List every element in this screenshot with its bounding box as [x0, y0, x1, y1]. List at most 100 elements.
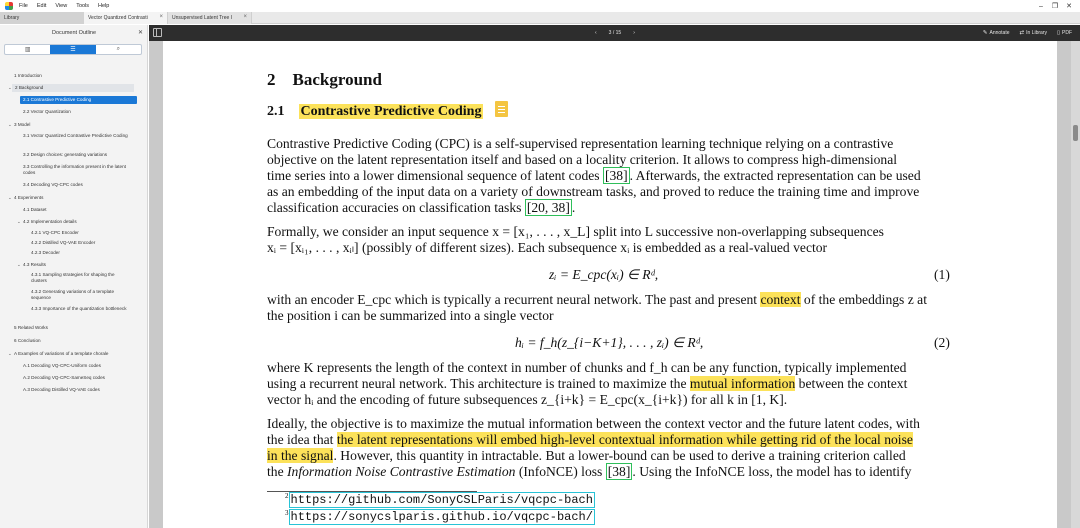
collapse-arrow-icon[interactable]: ⌄	[8, 195, 12, 201]
tab-close-icon[interactable]: ×	[159, 14, 163, 20]
outline-item[interactable]: 4.2.1 VQ-CPC Encoder	[31, 230, 79, 236]
sidebar-title: Document Outline	[51, 30, 97, 36]
document-viewport[interactable]: 2 Background 2.1 Contrastive Predictive …	[149, 41, 1080, 528]
outline-item[interactable]: 3.3 Controlling the information present …	[23, 164, 133, 176]
outline-item[interactable]: 2 Background	[12, 84, 134, 92]
tab-label: Vector Quantized Contrasti	[88, 15, 148, 21]
outline-item[interactable]: A.1 Decoding VQ-CPC-Uniform codes	[23, 363, 101, 369]
section-heading: 2 Background	[267, 70, 382, 90]
minimize-button[interactable]: –	[1034, 3, 1048, 10]
menu-file[interactable]: File	[19, 3, 28, 9]
text-line: xᵢ = [xᵢ₁, . . . , xᵢₗ] (possibly of dif…	[267, 240, 828, 255]
tab-document-1[interactable]: Vector Quantized Contrasti ×	[84, 12, 168, 24]
menu-view[interactable]: View	[55, 3, 67, 9]
outline-item[interactable]: 4.2.2 Distilled VQ-VAE Encoder	[31, 240, 95, 246]
highlight[interactable]: in the signal	[267, 448, 334, 463]
window-controls: – ❐ ✕	[1034, 0, 1076, 12]
sidebar-close-icon[interactable]: ✕	[138, 29, 143, 36]
collapse-arrow-icon[interactable]: ⌄	[17, 219, 21, 225]
citation-link[interactable]: [38]	[605, 463, 633, 480]
text-line: with an encoder E_cpc which is typically…	[267, 292, 927, 308]
outline-item-label: 2 Background	[15, 85, 44, 90]
outline-item[interactable]: 1 Introduction	[14, 73, 42, 79]
text-run: . Using the InfoNCE loss, the model has …	[632, 464, 912, 479]
outline-item[interactable]: 3.4 Decoding VQ-CPC codes	[23, 182, 83, 188]
restore-button[interactable]: ❐	[1048, 2, 1062, 10]
highlight[interactable]: the latent representations will embed hi…	[336, 432, 913, 447]
highlighted-subsection-title[interactable]: Contrastive Predictive Coding	[298, 104, 484, 119]
footnote-link[interactable]: https://sonycslparis.github.io/vqcpc-bac…	[288, 509, 595, 525]
pdf-button[interactable]: ▯ PDF	[1057, 30, 1072, 36]
footnote: 3 https://sonycslparis.github.io/vqcpc-ba…	[285, 509, 595, 525]
tab-library[interactable]: Library	[0, 12, 84, 24]
thumbnails-view-icon[interactable]: ▥	[5, 45, 50, 54]
outline-item[interactable]: A.3 Decoding Distilled VQ-VAE codes	[23, 387, 100, 393]
outline-item[interactable]: 5 Related Works	[14, 325, 48, 331]
citation-link[interactable]: [20, 38]	[524, 199, 572, 216]
outline-item[interactable]: 3 Model	[14, 122, 30, 128]
text-line: Ideally, the objective is to maximize th…	[267, 416, 920, 431]
menu-edit[interactable]: Edit	[37, 3, 46, 9]
close-window-button[interactable]: ✕	[1062, 2, 1076, 10]
text-run: time series into a lower dimensional seq…	[267, 168, 600, 183]
collapse-arrow-icon[interactable]: ⌄	[8, 351, 12, 357]
text-line: the Information Noise Contrastive Estima…	[267, 463, 912, 480]
viewer-actions: ✎ Annotate ⇄ In Library ▯ PDF	[973, 25, 1072, 41]
search-icon[interactable]: ⌕	[96, 45, 141, 54]
outline-item[interactable]: 4.2 Implementation details	[23, 219, 77, 225]
highlight[interactable]: context	[760, 292, 801, 307]
app-logo-icon	[5, 2, 13, 10]
outline-item[interactable]: 6 Conclusion	[14, 338, 41, 344]
text-line: time series into a lower dimensional seq…	[267, 167, 921, 184]
file-icon: ▯	[1056, 30, 1060, 36]
outline-item[interactable]: 4 Experiments	[14, 195, 43, 201]
text-line: in the signal. However, this quantity in…	[267, 448, 906, 464]
text-run: the	[267, 464, 284, 479]
outline-item[interactable]: 4.3.3 Importance of the quantization bot…	[31, 306, 131, 312]
outline-item[interactable]: 2.2 Vector Quantization	[23, 109, 71, 115]
highlight[interactable]: mutual information	[689, 376, 796, 391]
toggle-sidebar-icon[interactable]	[153, 28, 162, 37]
menu-tools[interactable]: Tools	[76, 3, 89, 9]
text-run: using a recurrent neural network. This a…	[267, 376, 687, 391]
note-annotation-icon[interactable]	[495, 101, 508, 117]
collapse-arrow-icon[interactable]: ⌄	[17, 262, 21, 268]
text-line: where K represents the length of the con…	[267, 360, 907, 375]
outline-item[interactable]: 4.3 Results	[23, 262, 46, 268]
in-library-button[interactable]: ⇄ In Library	[1020, 30, 1047, 36]
menu-help[interactable]: Help	[98, 3, 109, 9]
outline-item[interactable]: A.2 Decoding VQ-CPC-SameSeq codes	[23, 375, 105, 381]
outline-item[interactable]: 4.2.3 Decoder	[31, 250, 60, 256]
text-run-italic: Information Noise Contrastive Estimation	[287, 464, 516, 479]
collapse-arrow-icon[interactable]: ⌄	[8, 122, 12, 128]
outline-item[interactable]: 4.1 Dataset	[23, 207, 47, 213]
tab-document-2[interactable]: Unsupervised Latent Tree I ×	[168, 12, 252, 24]
text-line: objective on the latent representation i…	[267, 152, 898, 167]
text-run: the idea that	[267, 432, 334, 447]
annotate-label: Annotate	[989, 30, 1010, 36]
previous-page-button[interactable]: ‹	[595, 30, 597, 36]
page-indicator[interactable]: 3 / 15	[609, 30, 622, 36]
outline-item[interactable]: 4.3.2 Generating variations of a templat…	[31, 289, 131, 301]
tab-close-icon[interactable]: ×	[243, 14, 247, 20]
outline-item[interactable]: 3.1 Vector Quantized Contrastive Predict…	[23, 133, 133, 139]
outline-item[interactable]: 3.2 Design choices: generating variation…	[23, 152, 107, 158]
text-line: classification accuracies on classificat…	[267, 199, 575, 216]
outline-item-selected[interactable]: 2.1 Contrastive Predictive Coding	[20, 96, 137, 104]
annotate-button[interactable]: ✎ Annotate	[983, 30, 1010, 36]
outline-item[interactable]: A Examples of variations of a template c…	[14, 351, 108, 357]
footnote-link[interactable]: https://github.com/SonyCSLParis/vqcpc-ba…	[288, 492, 595, 508]
tab-bar: Library Vector Quantized Contrasti × Uns…	[0, 12, 1080, 24]
next-page-button[interactable]: ›	[633, 30, 635, 36]
vertical-scrollbar[interactable]	[1071, 41, 1080, 528]
equation-1: zᵢ = E_cpc(xᵢ) ∈ Rᵈ,	[549, 267, 659, 282]
text-run: with an encoder E_cpc which is typically…	[267, 292, 758, 307]
scrollbar-thumb[interactable]	[1073, 125, 1078, 141]
outline-item[interactable]: 4.3.1 Sampling strategies for shaping th…	[31, 272, 131, 284]
section-title: Background	[292, 70, 382, 89]
equation-number: (2)	[934, 335, 950, 350]
outline-view-icon[interactable]: ☰	[50, 45, 96, 54]
text-line: Contrastive Predictive Coding (CPC) is a…	[267, 136, 894, 151]
text-run: . However, this quantity in intractable.…	[333, 448, 906, 463]
citation-link[interactable]: [38]	[602, 167, 630, 184]
